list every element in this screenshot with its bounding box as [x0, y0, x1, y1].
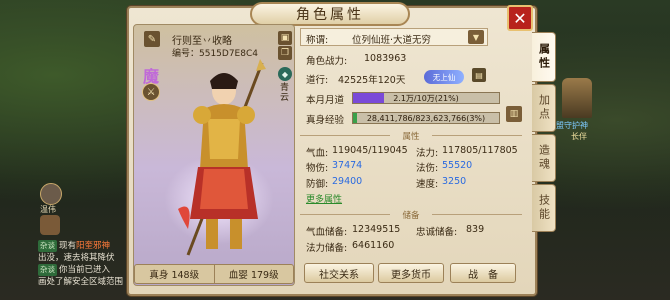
mp-value: 117805/117805 [442, 145, 518, 156]
tab-add-points[interactable]: 加点 [532, 84, 556, 132]
def-value: 29400 [332, 176, 363, 187]
tab-attributes[interactable]: 属性 [532, 32, 556, 82]
hp-reserve-value: 12349515 [352, 224, 401, 235]
character-portrait-card: ✎ 行则至丷收略 编号：5515D7E8C4 ▣ ❐ 魔 ⚔ ◆ 青云 [133, 24, 295, 286]
power-label: 角色战力: [306, 56, 348, 67]
def-label: 防御: [306, 179, 329, 190]
chat-avatar[interactable] [40, 183, 62, 205]
sect-label: 青云 [280, 83, 290, 103]
copy-icon[interactable]: ❐ [278, 46, 292, 60]
info-panel: 称谓: 位列仙班·大道无穷 ▼ 角色战力: 1083963 道行: 42525年… [300, 26, 530, 288]
info-icon: ▤ [475, 70, 483, 80]
attributes-header: 属性 [300, 130, 522, 142]
spd-value: 3250 [442, 176, 467, 187]
patk-label: 物伤: [306, 163, 329, 174]
character-name: 行则至丷收略 [172, 36, 232, 47]
chat-tag: 杂谈 [38, 240, 57, 252]
sect-badge-icon[interactable]: ⚔ [142, 83, 160, 101]
currency-button[interactable]: 更多货币 [378, 263, 444, 283]
hp-value: 119045/119045 [332, 145, 408, 156]
chat-line-1: 杂谈 现有阳奎邪神 [38, 240, 138, 252]
social-button[interactable]: 社交关系 [304, 263, 374, 283]
mp-label: 法力: [416, 148, 439, 159]
close-icon: ✕ [513, 8, 527, 28]
mp-reserve-value: 6461160 [352, 240, 395, 251]
more-attributes-link[interactable]: 更多属性 [306, 192, 342, 205]
title-label: 称谓: [306, 35, 329, 46]
hp-label: 气血: [306, 148, 329, 159]
npc-figure[interactable] [562, 78, 592, 118]
dao-info-button[interactable]: ▤ [472, 68, 486, 82]
loyal-reserve-label: 忠诚储备: [416, 227, 458, 238]
matk-value: 55520 [442, 160, 473, 171]
dao-rank-badge: 无上仙 [424, 70, 464, 84]
chat-line-2: 出没，速去将其降伏 [38, 253, 115, 263]
body-level: 真身 148级 [135, 265, 215, 283]
dao-value: 42525年120天 [338, 75, 406, 86]
loyal-reserve-value: 839 [466, 224, 485, 235]
bag-icon: ▥ [509, 109, 519, 119]
chat-speaker-name: 温伟 [40, 205, 56, 214]
qingyun-icon[interactable]: ◆ [278, 67, 292, 81]
chat-line-4: 画处了解安全区域范围 [38, 277, 124, 287]
dao-label: 道行: [306, 75, 329, 86]
npc-name: 长伴 [571, 132, 587, 141]
moon-label: 本月月道 [306, 95, 345, 106]
tab-forge-soul[interactable]: 造魂 [532, 134, 556, 182]
hp-reserve-label: 气血储备: [306, 227, 348, 238]
patk-value: 37474 [332, 160, 363, 171]
matk-label: 法伤: [416, 163, 439, 174]
character-figure [178, 59, 266, 256]
exp-boost-button[interactable]: ▥ [506, 106, 522, 122]
equip-button[interactable]: 战 备 [450, 263, 516, 283]
blood-infant-level: 血婴 179级 [228, 270, 279, 281]
chat-text: 现有 [59, 241, 77, 251]
character-id: 编号：5515D7E8C4 [172, 49, 258, 59]
title-value: 位列仙班·大道无穷 [352, 35, 432, 46]
level-bar: 真身 148级 血婴 179级 [134, 264, 294, 284]
rename-icon[interactable]: ▣ [278, 31, 292, 45]
chevron-down-icon: ▼ [472, 32, 480, 42]
moon-progress-text: 2.1万/10万(21%) [393, 93, 459, 103]
edit-icon[interactable]: ✎ [144, 31, 160, 47]
panel-title: 角色属性 [250, 2, 410, 26]
exp-label: 真身经验 [306, 115, 345, 126]
exp-progress-bar: 28,411,786/823,623,766(3%) [352, 112, 500, 124]
chat-highlight: 阳奎邪神 [76, 241, 111, 251]
exp-progress-text: 28,411,786/823,623,766(3%) [366, 113, 486, 123]
spd-label: 速度: [416, 179, 439, 190]
chat-text: 你当前已进入 [59, 265, 111, 275]
title-dropdown-button[interactable]: ▼ [468, 30, 484, 44]
tab-skills[interactable]: 技能 [532, 184, 556, 232]
world-right-area [552, 0, 670, 300]
chat-badge-icon [40, 215, 60, 235]
mp-reserve-label: 法力储备: [306, 243, 348, 254]
moon-progress-bar: 2.1万/10万(21%) [352, 92, 500, 104]
chat-tag: 杂谈 [38, 264, 57, 276]
chat-messages[interactable]: 杂谈 现有阳奎邪神 出没，速去将其降伏 杂谈 你当前已进入 画处了解安全区域范围 [38, 240, 138, 288]
power-value: 1083963 [364, 53, 407, 64]
reserve-header: 储备 [300, 209, 522, 221]
chat-line-3: 杂谈 你当前已进入 [38, 264, 138, 276]
chat-area: 温伟 杂谈 现有阳奎邪神 出没，速去将其降伏 杂谈 你当前已进入 画处了解安全区域范… [0, 0, 135, 300]
